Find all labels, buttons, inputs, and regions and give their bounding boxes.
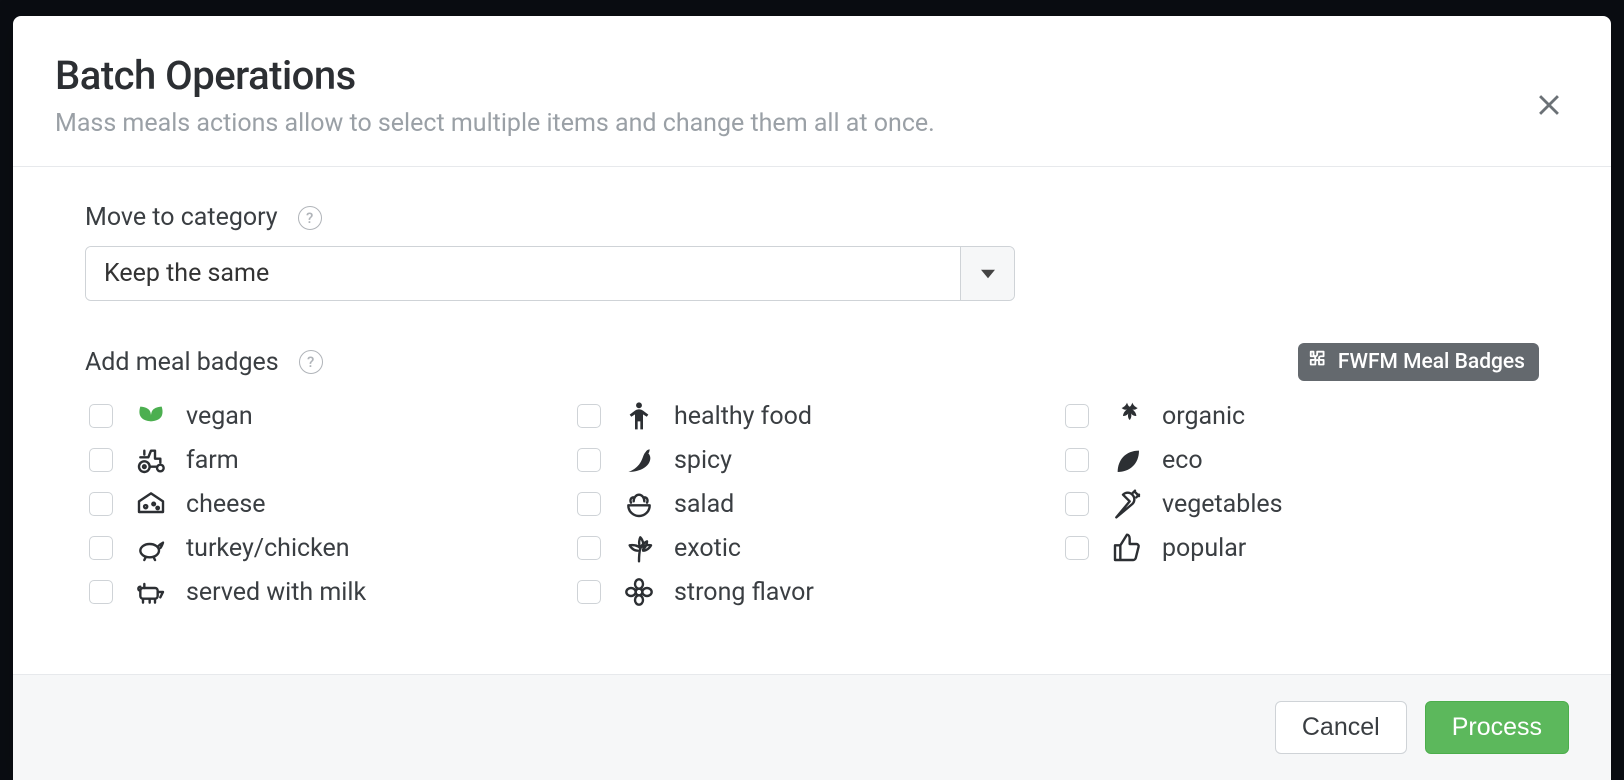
badge-popular-label: popular bbox=[1162, 534, 1246, 563]
close-button[interactable] bbox=[1529, 86, 1569, 126]
process-button[interactable]: Process bbox=[1425, 701, 1569, 754]
help-icon[interactable]: ? bbox=[298, 206, 322, 230]
modal-footer: Cancel Process bbox=[13, 674, 1611, 780]
badge-vegan-checkbox[interactable] bbox=[89, 404, 113, 428]
badge-eco-label: eco bbox=[1162, 446, 1203, 475]
badge-flavor[interactable]: strong flavor bbox=[573, 575, 1051, 609]
cow-icon bbox=[134, 575, 168, 609]
badge-milk-checkbox[interactable] bbox=[89, 580, 113, 604]
badge-turkey[interactable]: turkey/chicken bbox=[85, 531, 563, 565]
badge-spicy-checkbox[interactable] bbox=[577, 448, 601, 472]
badge-milk[interactable]: served with milk bbox=[85, 575, 563, 609]
badge-exotic[interactable]: exotic bbox=[573, 531, 1051, 565]
badge-vegan[interactable]: vegan bbox=[85, 399, 563, 433]
badge-flavor-checkbox[interactable] bbox=[577, 580, 601, 604]
cheese-icon bbox=[134, 487, 168, 521]
badge-exotic-label: exotic bbox=[674, 534, 741, 563]
modal-header: Batch Operations Mass meals actions allo… bbox=[13, 16, 1611, 167]
puzzle-icon bbox=[1308, 348, 1330, 376]
badge-turkey-checkbox[interactable] bbox=[89, 536, 113, 560]
badge-spicy[interactable]: spicy bbox=[573, 443, 1051, 477]
modal-title: Batch Operations bbox=[55, 52, 1569, 99]
badge-cheese-label: cheese bbox=[186, 490, 266, 519]
badge-vegetables-label: vegetables bbox=[1162, 490, 1283, 519]
fwfm-badges-pill[interactable]: FWFM Meal Badges bbox=[1298, 343, 1539, 381]
badges-label-group: Add meal badges ? bbox=[85, 348, 323, 377]
badge-turkey-label: turkey/chicken bbox=[186, 534, 350, 563]
tractor-icon bbox=[134, 443, 168, 477]
badge-eco-checkbox[interactable] bbox=[1065, 448, 1089, 472]
category-select[interactable]: Keep the same bbox=[85, 246, 1015, 301]
carrot-icon bbox=[1110, 487, 1144, 521]
badge-popular-checkbox[interactable] bbox=[1065, 536, 1089, 560]
badges-label: Add meal badges bbox=[85, 348, 279, 377]
badge-salad[interactable]: salad bbox=[573, 487, 1051, 521]
flower-icon bbox=[622, 575, 656, 609]
badge-spicy-label: spicy bbox=[674, 446, 732, 475]
salad-icon bbox=[622, 487, 656, 521]
badge-cheese-checkbox[interactable] bbox=[89, 492, 113, 516]
badge-milk-label: served with milk bbox=[186, 578, 366, 607]
modal-subtitle: Mass meals actions allow to select multi… bbox=[55, 109, 1569, 138]
cancel-button[interactable]: Cancel bbox=[1275, 701, 1407, 754]
category-label-row: Move to category ? bbox=[85, 203, 1539, 232]
badge-exotic-checkbox[interactable] bbox=[577, 536, 601, 560]
category-selected-value: Keep the same bbox=[86, 247, 960, 300]
pepper-icon bbox=[622, 443, 656, 477]
seedling-icon bbox=[134, 399, 168, 433]
help-icon[interactable]: ? bbox=[299, 350, 323, 374]
badge-organic[interactable]: organic bbox=[1061, 399, 1539, 433]
badge-farm-label: farm bbox=[186, 446, 239, 475]
herb-icon bbox=[1110, 399, 1144, 433]
close-icon bbox=[1532, 88, 1566, 125]
badges-grid: vegan healthy food organic farm spicy eco chee… bbox=[85, 399, 1539, 609]
batch-operations-modal: Batch Operations Mass meals actions allo… bbox=[13, 16, 1611, 780]
badge-healthy-label: healthy food bbox=[674, 402, 812, 431]
badge-salad-checkbox[interactable] bbox=[577, 492, 601, 516]
badge-healthy-checkbox[interactable] bbox=[577, 404, 601, 428]
badge-farm[interactable]: farm bbox=[85, 443, 563, 477]
palm-icon bbox=[622, 531, 656, 565]
child-icon bbox=[622, 399, 656, 433]
badge-vegan-label: vegan bbox=[186, 402, 253, 431]
badge-farm-checkbox[interactable] bbox=[89, 448, 113, 472]
badge-organic-checkbox[interactable] bbox=[1065, 404, 1089, 428]
badge-vegetables-checkbox[interactable] bbox=[1065, 492, 1089, 516]
badge-flavor-label: strong flavor bbox=[674, 578, 814, 607]
badge-cheese[interactable]: cheese bbox=[85, 487, 563, 521]
badge-vegetables[interactable]: vegetables bbox=[1061, 487, 1539, 521]
badges-header-row: Add meal badges ? FWFM Meal Badges bbox=[85, 343, 1539, 381]
category-label: Move to category bbox=[85, 203, 278, 232]
modal-body: Move to category ? Keep the same Add mea… bbox=[13, 167, 1611, 674]
category-dropdown-toggle[interactable] bbox=[960, 247, 1014, 300]
badge-salad-label: salad bbox=[674, 490, 734, 519]
thumbs-up-icon bbox=[1110, 531, 1144, 565]
badge-healthy[interactable]: healthy food bbox=[573, 399, 1051, 433]
badge-popular[interactable]: popular bbox=[1061, 531, 1539, 565]
badge-eco[interactable]: eco bbox=[1061, 443, 1539, 477]
badge-organic-label: organic bbox=[1162, 402, 1245, 431]
pill-label: FWFM Meal Badges bbox=[1338, 350, 1525, 374]
turkey-icon bbox=[134, 531, 168, 565]
caret-down-icon bbox=[981, 264, 995, 283]
leaf-icon bbox=[1110, 443, 1144, 477]
